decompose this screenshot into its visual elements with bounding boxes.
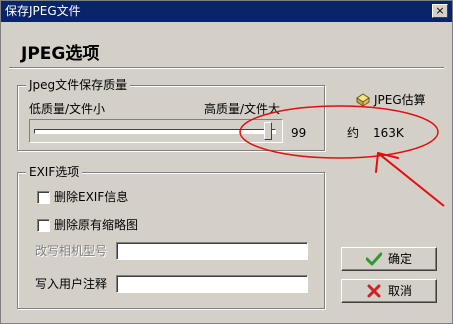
- ok-button-label: 确定: [388, 252, 413, 266]
- user-comment-input[interactable]: [116, 275, 308, 293]
- camera-model-input[interactable]: [116, 242, 308, 260]
- close-icon: ×: [435, 4, 445, 17]
- user-comment-label: 写入用户注释: [35, 277, 108, 291]
- cancel-x-icon: [367, 284, 381, 298]
- cancel-button-label: 取消: [388, 284, 413, 298]
- quality-slider-track: [34, 129, 276, 134]
- approx-label: 约: [347, 126, 360, 140]
- delete-exif-checkbox[interactable]: [37, 191, 50, 204]
- page-title: JPEG选项: [21, 44, 100, 64]
- ok-button[interactable]: 确定: [341, 247, 437, 271]
- delete-thumbnail-label[interactable]: 删除原有缩略图: [54, 218, 138, 232]
- checkmark-icon: [366, 252, 382, 266]
- low-quality-label: 低质量/文件小: [29, 102, 106, 116]
- close-button[interactable]: ×: [432, 4, 448, 18]
- calculator-icon: [356, 93, 370, 107]
- delete-thumbnail-checkbox[interactable]: [37, 219, 50, 232]
- quality-slider[interactable]: [29, 119, 283, 143]
- window-title: 保存JPEG文件: [5, 4, 81, 18]
- camera-model-label: 改写相机型号: [35, 244, 108, 258]
- high-quality-label: 高质量/文件大: [204, 102, 281, 116]
- quality-slider-thumb[interactable]: [263, 122, 272, 140]
- quality-value: 99: [291, 126, 307, 140]
- save-jpeg-dialog: 保存JPEG文件 × JPEG选项 Jpeg文件保存质量 低质量/文件小 高质量…: [0, 0, 453, 324]
- estimated-size: 163K: [373, 126, 404, 140]
- delete-exif-label[interactable]: 删除EXIF信息: [54, 190, 128, 204]
- cancel-button[interactable]: 取消: [341, 279, 437, 303]
- jpeg-estimate-button[interactable]: JPEG估算: [355, 92, 427, 108]
- jpeg-estimate-label: JPEG估算: [374, 93, 426, 107]
- quality-group-legend: Jpeg文件保存质量: [26, 78, 131, 92]
- title-bar[interactable]: 保存JPEG文件 ×: [1, 1, 452, 22]
- exif-group-legend: EXIF选项: [26, 165, 83, 179]
- heading-divider: [9, 67, 444, 69]
